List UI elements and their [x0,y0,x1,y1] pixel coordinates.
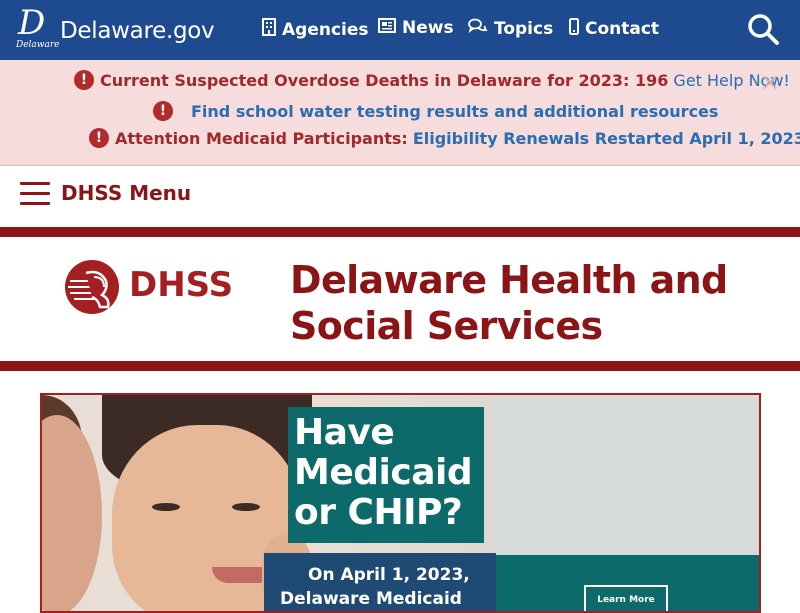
building-icon [262,18,276,41]
header-divider-bottom [0,361,800,371]
close-alert-button[interactable]: × [760,68,780,96]
medicaid-promo-banner[interactable]: Have Medicaid or CHIP? On April 1, 2023,… [40,393,761,613]
site-header: D Delaware Delaware.gov Agencies News To… [0,0,800,60]
delaware-seal-logo: D Delaware [14,3,60,52]
dhss-emblem-icon[interactable] [64,259,120,315]
dhss-logo-text: DHSS [129,265,234,305]
alert-overdose: ! Current Suspected Overdose Deaths in D… [74,70,790,90]
nav-contact[interactable]: Contact [569,18,659,40]
alert-medicaid-text: Attention Medicaid Participants: [115,128,408,148]
dhss-header: DHSS Delaware Health and Social Services [0,237,800,361]
banner-headline-line3: or CHIP? [294,492,463,533]
photo-background [494,395,759,555]
nav-topics-label: Topics [494,18,554,39]
banner-headline-line1: Have [294,412,395,453]
nav-agencies[interactable]: Agencies [262,18,369,41]
alert-water-testing: ! Find school water testing results and … [153,101,718,121]
newspaper-icon [378,18,396,38]
water-testing-link[interactable]: Find school water testing results and ad… [191,102,718,121]
header-divider-top [0,227,800,237]
chat-bubbles-icon [468,18,488,39]
banner-subtext-line2: Delaware Medicaid will [280,589,462,611]
dhss-menu-row: DHSS Menu [0,166,800,226]
exclamation-icon: ! [153,101,173,121]
banner-headline: Have Medicaid or CHIP? [288,407,484,543]
alert-medicaid: ! Attention Medicaid Participants: Eligi… [89,128,800,148]
brand-name: Delaware.gov [60,18,215,44]
exclamation-icon: ! [74,70,94,90]
alert-banner: ! Current Suspected Overdose Deaths in D… [0,60,800,166]
mobile-phone-icon [569,18,579,40]
page-title-line1: Delaware Health and [290,258,728,302]
nav-topics[interactable]: Topics [468,18,553,39]
alert-overdose-text: Current Suspected Overdose Deaths in Del… [100,70,669,90]
hamburger-menu-icon[interactable] [20,182,50,206]
nav-news-label: News [402,18,454,38]
nav-news[interactable]: News [378,18,454,38]
page-title-line2: Social Services [290,304,603,348]
delaware-gov-logo-link[interactable]: D Delaware Delaware.gov [14,3,215,52]
nav-contact-label: Contact [585,19,660,39]
exclamation-icon: ! [89,128,109,148]
seal-subtext: Delaware [16,40,60,50]
learn-more-button[interactable]: Learn More [584,585,668,611]
seal-letter: D [18,3,46,43]
banner-subtext-line1: On April 1, 2023, [308,565,470,585]
eligibility-renewals-link[interactable]: Eligibility Renewals Restarted April 1, … [413,129,800,148]
page-title: Delaware Health and Social Services [290,257,728,349]
dhss-menu-button[interactable]: DHSS Menu [61,181,191,205]
nav-agencies-label: Agencies [282,19,369,40]
search-icon [748,14,779,45]
banner-subtext-box: On April 1, 2023, Delaware Medicaid will [264,553,496,611]
banner-headline-line2: Medicaid [294,452,473,493]
search-button[interactable] [746,12,780,46]
